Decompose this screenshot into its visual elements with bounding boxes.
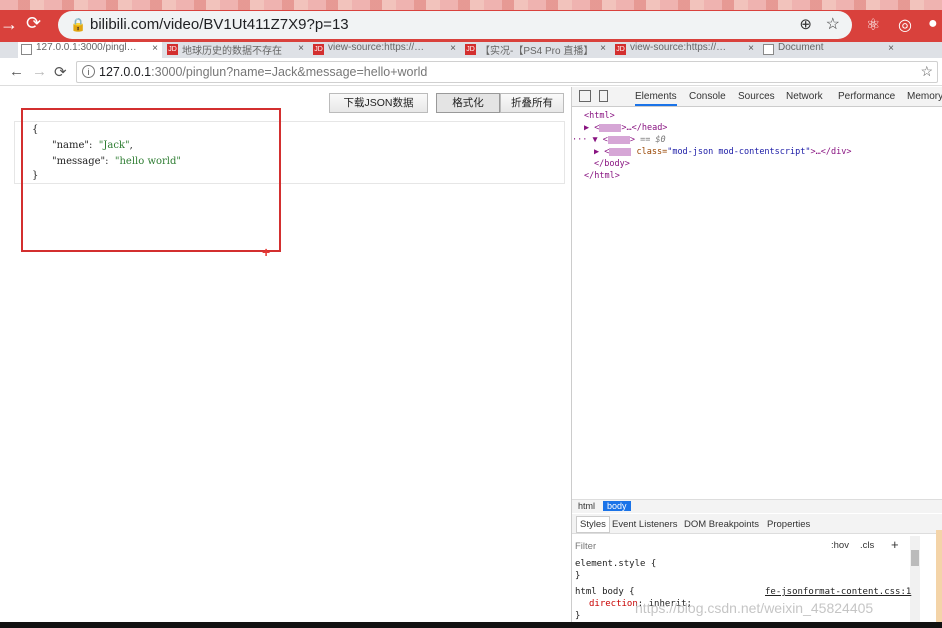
tab-label: 地球历史的数据不存在 xyxy=(182,46,282,57)
tab-label: view-source:https://… xyxy=(328,42,425,53)
close-icon[interactable]: × xyxy=(600,43,606,54)
forward-icon[interactable]: → xyxy=(32,63,47,80)
page-content: 下载JSON数据 格式化 折叠所有 { "name": "Jack", "mes… xyxy=(0,87,571,628)
taskbar-edge xyxy=(0,622,942,628)
crumb-html[interactable]: html xyxy=(574,501,599,511)
tab-4[interactable]: JD 【实况-【PS4 Pro 直播】 × xyxy=(462,42,610,58)
rule-source-link[interactable]: fe-jsonformat-content.css:1 xyxy=(765,587,911,597)
url-host: 127.0.0.1 xyxy=(99,65,152,79)
add-rule-button[interactable]: + xyxy=(891,537,899,552)
close-icon[interactable]: × xyxy=(888,43,894,54)
style-prop: direction xyxy=(589,599,638,609)
breadcrumb: html body xyxy=(572,499,942,513)
site-icon: JD xyxy=(167,44,178,55)
page-icon xyxy=(763,44,774,55)
tab-network[interactable]: Network xyxy=(786,91,823,102)
inner-navbar: ← → ⟳ i 127.0.0.1:3000/pinglun?name=Jack… xyxy=(0,58,942,86)
site-icon: JD xyxy=(615,44,626,55)
watermark: https://blog.csdn.net/weixin_45824405 xyxy=(635,600,874,616)
tab-elements[interactable]: Elements xyxy=(635,91,677,106)
react-extension-icon[interactable]: ⚛ xyxy=(866,15,880,35)
tab-label: Document xyxy=(778,42,824,53)
dom-attr-value: "mod-json mod-contentscript" xyxy=(667,147,811,157)
format-button[interactable]: 格式化 xyxy=(436,93,500,113)
crumb-body[interactable]: body xyxy=(603,501,631,511)
site-icon: JD xyxy=(465,44,476,55)
close-icon[interactable]: × xyxy=(298,43,304,54)
tab-3[interactable]: JD view-source:https://… × xyxy=(310,42,460,58)
extension-icon[interactable]: ◎ xyxy=(898,15,912,35)
crosshair-icon: + xyxy=(262,244,271,260)
url-text: 127.0.0.1:3000/pinglun?name=Jack&message… xyxy=(99,65,427,79)
collapse-all-button[interactable]: 折叠所有 xyxy=(500,93,564,113)
tab-label: 127.0.0.1:3000/pingl… xyxy=(36,42,137,53)
outer-forward-icon[interactable]: → xyxy=(0,14,18,35)
tab-sources[interactable]: Sources xyxy=(738,91,775,102)
outer-reload-icon[interactable]: ⟳ xyxy=(26,13,48,35)
url-field[interactable]: i 127.0.0.1:3000/pinglun?name=Jack&messa… xyxy=(76,61,938,83)
rule-selector[interactable]: element.style { xyxy=(575,559,656,569)
tab-memory[interactable]: Memory xyxy=(907,91,942,102)
outer-url-field[interactable]: 🔒 bilibili.com/video/BV1Ut411Z7X9?p=13 ⊕… xyxy=(58,11,852,39)
theme-decoration xyxy=(0,0,942,10)
tab-2[interactable]: JD 地球历史的数据不存在 × xyxy=(164,42,308,58)
tab-properties[interactable]: Properties xyxy=(767,519,810,530)
info-icon[interactable]: i xyxy=(82,65,95,78)
outer-address-bar: → ⟳ 🔒 bilibili.com/video/BV1Ut411Z7X9?p=… xyxy=(0,0,942,42)
reload-icon[interactable]: ⟳ xyxy=(54,63,67,81)
dom-node[interactable]: <html> xyxy=(584,111,615,121)
bookmark-star-icon[interactable]: ☆ xyxy=(826,14,840,34)
tab-5[interactable]: JD view-source:https://… × xyxy=(612,42,758,58)
hov-toggle[interactable]: :hov xyxy=(831,540,849,551)
site-icon: JD xyxy=(313,44,324,55)
elements-tree: <html> ▶ < >…</head> ··· ▼ < > == $0 ▶ < c… xyxy=(572,109,942,499)
dom-text: …</head> xyxy=(626,123,668,133)
download-json-button[interactable]: 下载JSON数据 xyxy=(329,93,428,113)
outer-url-text: bilibili.com/video/BV1Ut411Z7X9?p=13 xyxy=(90,16,349,33)
tab-performance[interactable]: Performance xyxy=(838,91,895,102)
selection-rectangle xyxy=(21,108,281,252)
dom-text: >…</div> xyxy=(810,147,852,157)
close-icon[interactable]: × xyxy=(748,43,754,54)
styles-scrollbar[interactable] xyxy=(910,536,920,628)
lock-icon: 🔒 xyxy=(70,17,87,32)
tab-label: view-source:https://… xyxy=(630,42,727,53)
dom-node[interactable]: </body> xyxy=(594,159,630,169)
rule-selector[interactable]: html body { xyxy=(575,587,635,597)
tab-styles[interactable]: Styles xyxy=(576,516,610,533)
close-icon[interactable]: × xyxy=(450,43,456,54)
close-icon[interactable]: × xyxy=(152,43,158,54)
devtools-panel: Elements Console Sources Network Perform… xyxy=(571,87,942,628)
back-icon[interactable]: ← xyxy=(9,63,24,80)
filter-row: Filter :hov .cls + xyxy=(572,536,917,554)
dom-text: == $0 xyxy=(640,135,666,145)
rule-close: } xyxy=(575,611,581,621)
filter-input[interactable]: Filter xyxy=(575,541,596,552)
cls-toggle[interactable]: .cls xyxy=(860,540,874,551)
device-toggle-icon[interactable] xyxy=(599,90,608,102)
url-rest: :3000/pinglun?name=Jack&message=hello+wo… xyxy=(151,65,428,79)
page-icon xyxy=(21,44,32,55)
tab-dom-breakpoints[interactable]: DOM Breakpoints xyxy=(684,519,759,530)
bookmark-star-icon[interactable]: ☆ xyxy=(920,63,933,80)
dom-node[interactable]: ▶ < >…</head> xyxy=(584,123,667,133)
tab-label: 【实况-【PS4 Pro 直播】 xyxy=(480,46,594,57)
tab-event-listeners[interactable]: Event Listeners xyxy=(612,519,677,530)
style-tabs: Styles Event Listeners DOM Breakpoints P… xyxy=(572,514,942,534)
dom-attr: class= xyxy=(636,147,668,157)
devtools-tabs: Elements Console Sources Network Perform… xyxy=(572,87,942,107)
dom-node[interactable]: </html> xyxy=(584,171,620,181)
tab-6[interactable]: Document × xyxy=(760,42,898,58)
profile-icon[interactable]: ● xyxy=(928,15,938,33)
tab-strip: 127.0.0.1:3000/pingl… × JD 地球历史的数据不存在 × … xyxy=(0,42,942,58)
background-edge xyxy=(936,530,942,622)
scrollbar-thumb[interactable] xyxy=(911,550,919,566)
inspect-icon[interactable] xyxy=(579,90,591,102)
tab-pinglun[interactable]: 127.0.0.1:3000/pingl… × xyxy=(18,42,162,58)
tab-console[interactable]: Console xyxy=(689,91,726,102)
dom-node[interactable]: ▶ < class="mod-json mod-contentscript">…… xyxy=(594,147,851,157)
rule-close: } xyxy=(575,571,581,581)
dom-node-selected[interactable]: ··· ▼ < > == $0 xyxy=(572,135,942,145)
zoom-icon[interactable]: ⊕ xyxy=(799,15,812,33)
